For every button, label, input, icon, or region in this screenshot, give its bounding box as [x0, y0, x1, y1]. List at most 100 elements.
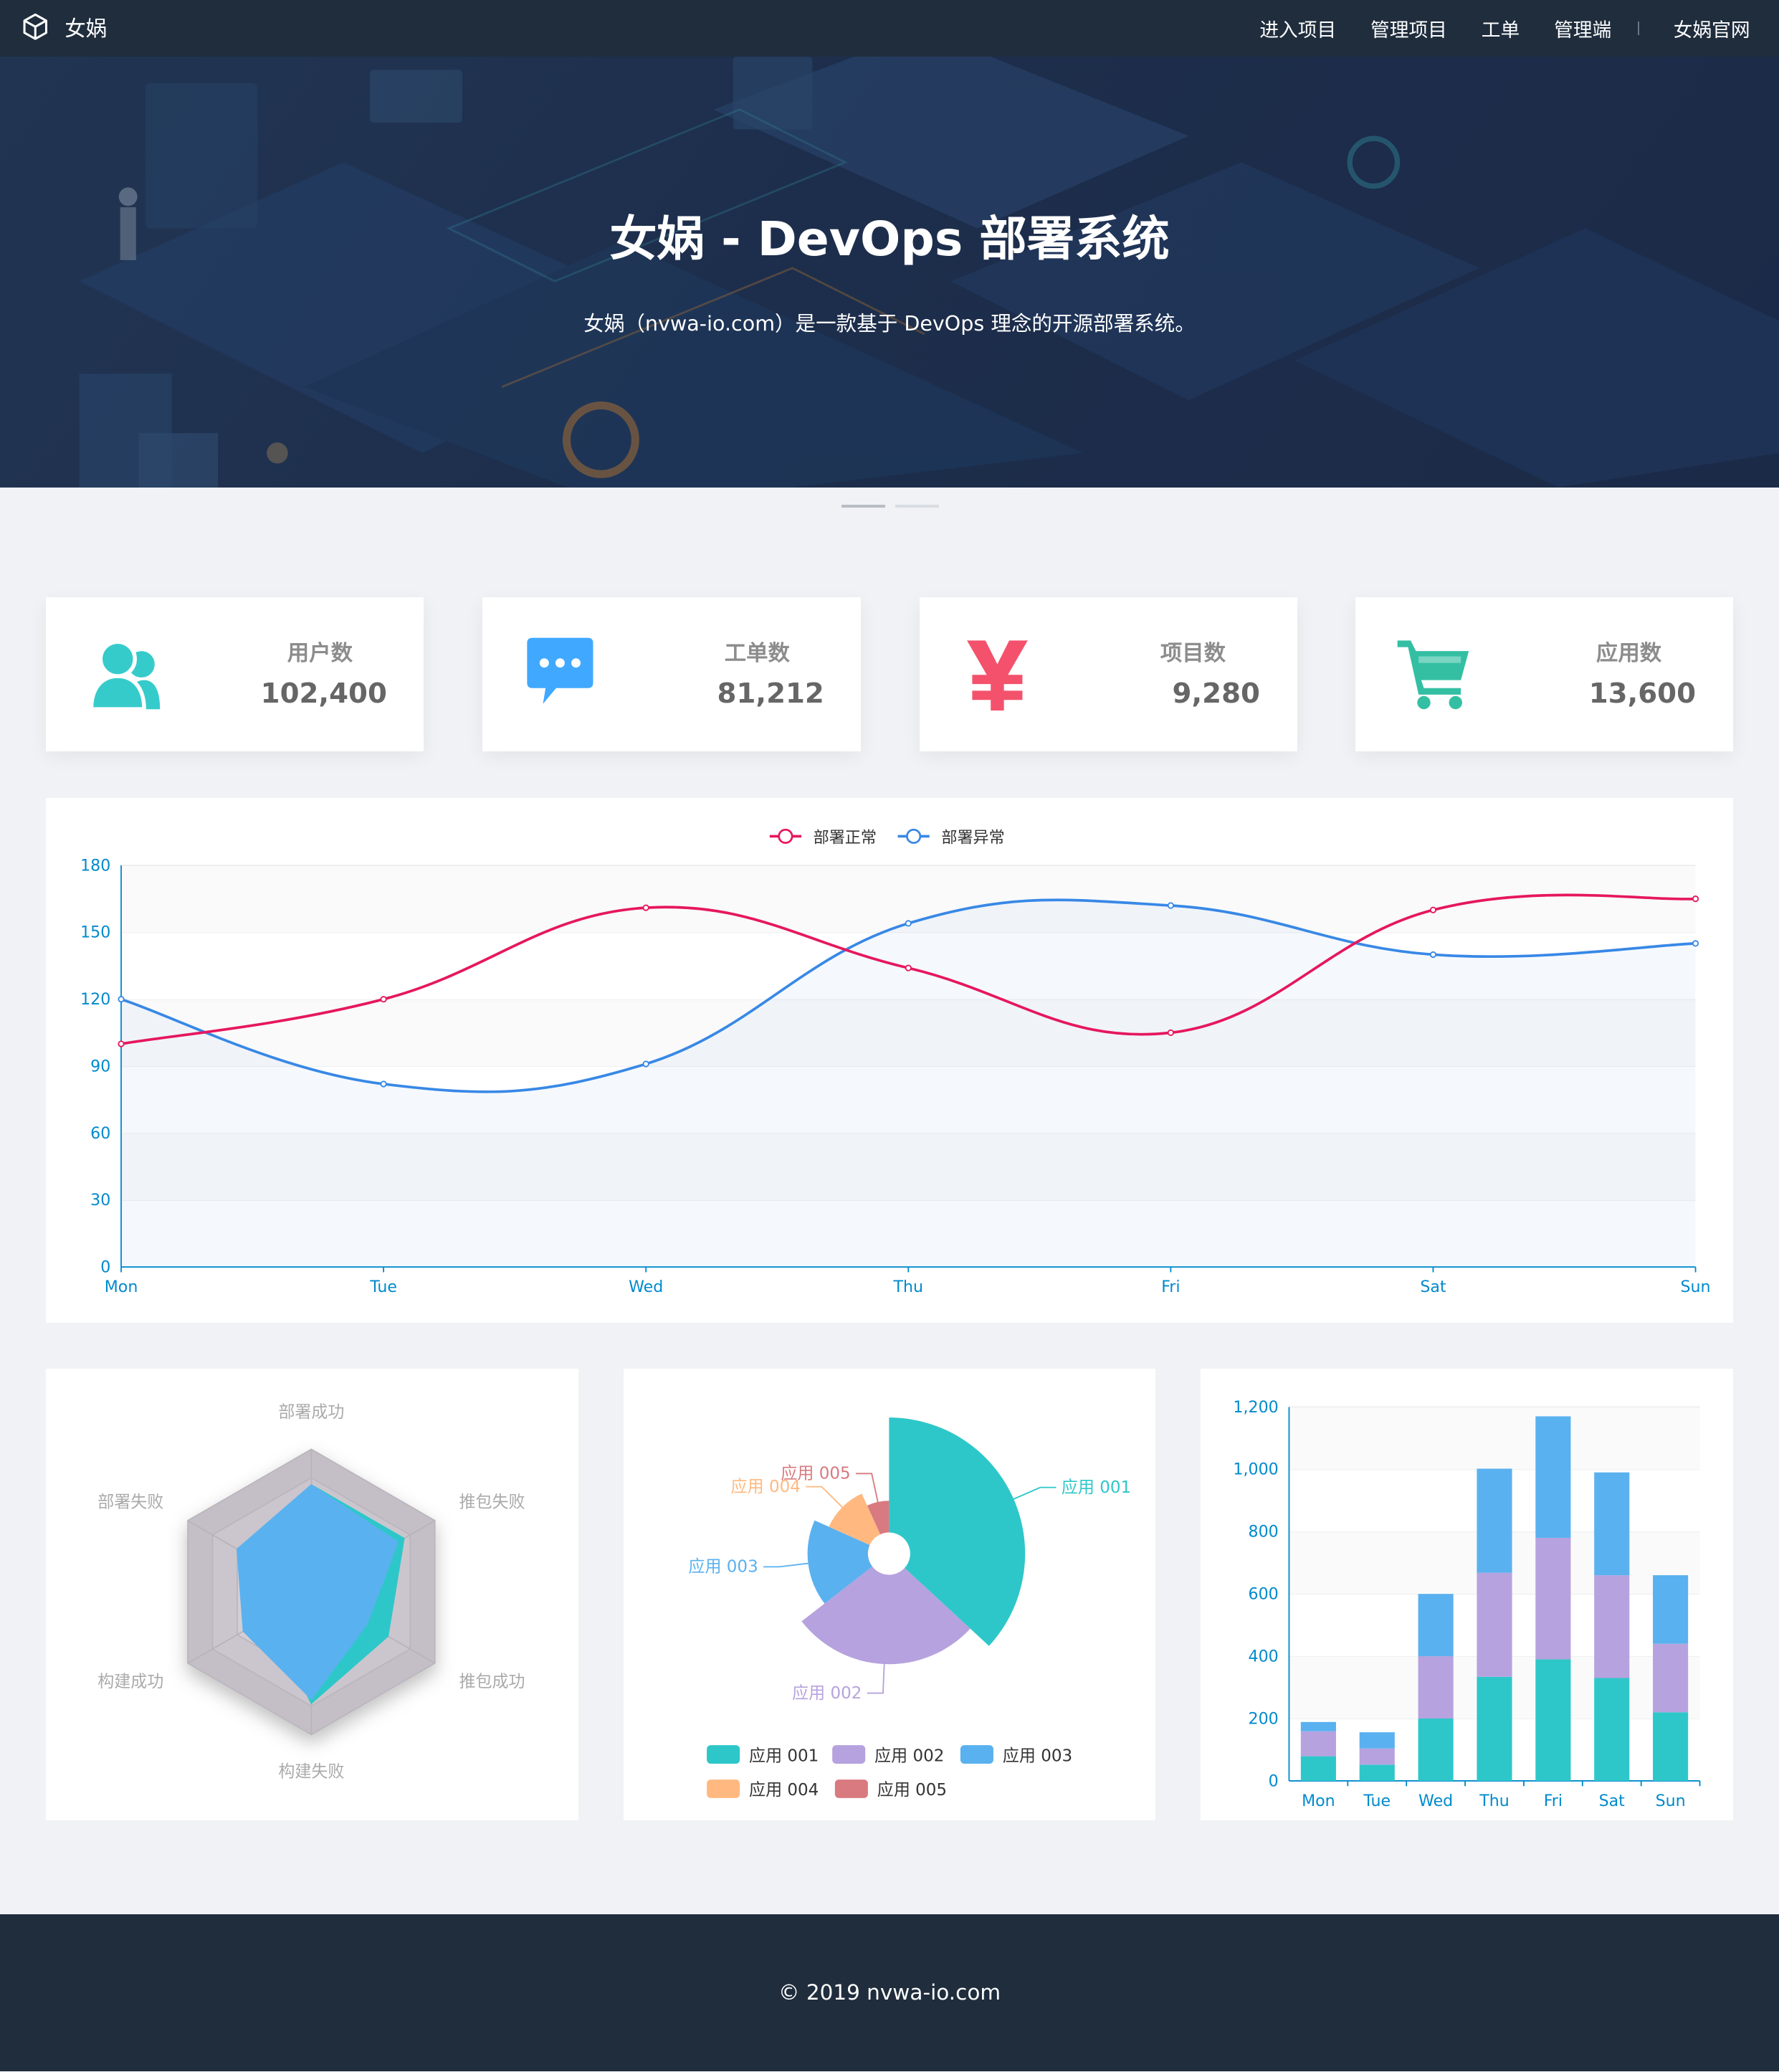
bar-segment	[1594, 1678, 1630, 1781]
stat-label: 项目数	[1160, 641, 1226, 667]
bar-segment	[1653, 1643, 1689, 1713]
grid-band	[1289, 1407, 1700, 1470]
x-tick-label: Wed	[629, 1278, 664, 1296]
x-tick-label: Thu	[893, 1278, 924, 1296]
brand[interactable]: 女娲	[21, 12, 107, 42]
pie-label-line	[867, 1664, 885, 1694]
y-tick-label: 600	[1249, 1585, 1279, 1604]
stat-value: 102,400	[260, 678, 387, 711]
stat-card-tickets[interactable]: 工单数 81,212	[482, 597, 862, 752]
stat-label: 工单数	[724, 641, 790, 667]
nav-official-site[interactable]: 女娲官网	[1674, 14, 1750, 42]
legend-swatch	[706, 1745, 740, 1764]
legend-label: 应用 001	[749, 1747, 819, 1765]
radar-indicator-label: 构建失败	[279, 1763, 345, 1782]
nav-divider	[1638, 22, 1639, 35]
legend-label: 应用 005	[877, 1781, 947, 1800]
deploy-line-chart: 0 30 60 90 120 150 180 Mon Tue Wed Thu Fri Sat Sun 部署正…	[81, 828, 1711, 1297]
bar-segment	[1477, 1676, 1512, 1781]
pie-slice-label: 应用 002	[792, 1684, 862, 1703]
y-tick-label: 180	[81, 856, 111, 875]
bar-segment	[1359, 1764, 1395, 1781]
legend-label: 应用 003	[1003, 1747, 1072, 1765]
radar-indicator-label: 部署失败	[98, 1493, 164, 1511]
stacked-bar-chart: 0 200 400 600 800 1,000 1,200 Mon Tue Wed Thu Fri Sa…	[1233, 1398, 1701, 1810]
nav-admin[interactable]: 管理端	[1554, 14, 1611, 42]
data-point	[380, 1080, 388, 1088]
y-tick-label: 90	[91, 1057, 111, 1075]
footer: © 2019 nvwa-io.com	[0, 1914, 1779, 2072]
data-point	[905, 920, 912, 927]
y-tick-label: 200	[1249, 1709, 1279, 1728]
x-tick-label: Tue	[370, 1278, 398, 1296]
bar-segment	[1300, 1756, 1336, 1781]
pie-slice-label: 应用 005	[781, 1465, 850, 1483]
yen-icon	[966, 640, 1028, 711]
data-point	[118, 1040, 125, 1047]
carousel-dot-1[interactable]	[841, 504, 885, 508]
data-point	[1168, 902, 1175, 909]
nav-enter-project[interactable]: 进入项目	[1259, 14, 1336, 42]
y-tick-label: 400	[1249, 1647, 1279, 1665]
main-nav: 进入项目 管理项目 工单 管理端 女娲官网	[1225, 0, 1750, 57]
data-point	[118, 996, 125, 1003]
hero-banner: 女娲 - DevOps 部署系统 女娲（nvwa-io.com）是一款基于 De…	[0, 57, 1779, 488]
users-icon	[89, 640, 160, 712]
stat-value: 81,212	[717, 678, 824, 711]
deploy-line-chart-panel: 0 30 60 90 120 150 180 Mon Tue Wed Thu Fri Sat Sun 部署正…	[46, 797, 1733, 1323]
y-tick-label: 30	[91, 1191, 111, 1210]
stat-card-users[interactable]: 用户数 102,400	[46, 597, 424, 752]
stat-label: 应用数	[1596, 641, 1662, 667]
data-point	[643, 1060, 650, 1068]
bar-segment	[1535, 1416, 1571, 1538]
radar-indicator-label: 构建成功	[98, 1673, 164, 1691]
nav-tickets[interactable]: 工单	[1482, 14, 1520, 42]
legend-swatch	[706, 1779, 740, 1798]
nav-manage-project[interactable]: 管理项目	[1370, 14, 1447, 42]
data-point	[905, 964, 912, 971]
legend-swatch	[960, 1745, 993, 1764]
bar-segment	[1418, 1594, 1454, 1657]
bar-segment	[1359, 1732, 1395, 1749]
y-tick-label: 800	[1249, 1523, 1279, 1541]
data-point	[1168, 1029, 1175, 1036]
x-tick-label: Sat	[1421, 1278, 1447, 1296]
bar-segment	[1477, 1572, 1512, 1677]
pie-slice-label: 应用 003	[688, 1558, 758, 1577]
message-icon	[527, 638, 593, 705]
y-tick-label: 0	[1269, 1772, 1279, 1790]
stat-value: 13,600	[1588, 678, 1697, 711]
bar-chart-panel: 0 200 400 600 800 1,000 1,200 Mon Tue Wed Thu Fri Sa…	[1201, 1369, 1733, 1821]
bar-segment	[1535, 1537, 1571, 1660]
x-tick-label: Sun	[1656, 1792, 1686, 1810]
y-tick-label: 0	[101, 1258, 111, 1277]
x-tick-label: Mon	[105, 1278, 138, 1296]
stat-value: 9,280	[1172, 678, 1260, 711]
brand-name: 女娲	[65, 16, 108, 41]
legend-swatch	[834, 1779, 868, 1798]
bar-segment	[1653, 1712, 1689, 1781]
app-rose-pie-chart: 应用 001 应用 002 应用 003 应用 004 应用 005 应用 001 应用 0…	[688, 1417, 1131, 1800]
banner-illustration	[79, 57, 1779, 488]
radar-indicator-label: 推包失败	[459, 1493, 525, 1511]
x-tick-label: Wed	[1418, 1792, 1453, 1810]
x-tick-label: Mon	[1302, 1792, 1335, 1810]
top-navbar: 女娲 进入项目 管理项目 工单 管理端 女娲官网	[0, 0, 1779, 57]
bar-segment	[1477, 1468, 1512, 1573]
legend-marker	[906, 828, 922, 845]
pie-slice-label: 应用 001	[1062, 1478, 1131, 1497]
radar-indicator-label: 推包成功	[459, 1673, 525, 1691]
y-tick-label: 1,000	[1233, 1460, 1278, 1479]
bar-segment	[1418, 1656, 1454, 1719]
carousel-dot-2[interactable]	[895, 504, 940, 508]
x-tick-label: Thu	[1479, 1792, 1509, 1810]
y-tick-label: 150	[81, 923, 111, 942]
radar-indicator-label: 部署成功	[279, 1403, 345, 1422]
y-tick-label: 60	[91, 1124, 111, 1143]
stat-card-projects[interactable]: 项目数 9,280	[919, 597, 1297, 752]
data-point	[380, 996, 388, 1003]
stat-label: 用户数	[287, 641, 353, 667]
bar-segment	[1594, 1575, 1630, 1678]
stat-card-apps[interactable]: 应用数 13,600	[1355, 597, 1733, 752]
data-point	[1692, 940, 1699, 947]
